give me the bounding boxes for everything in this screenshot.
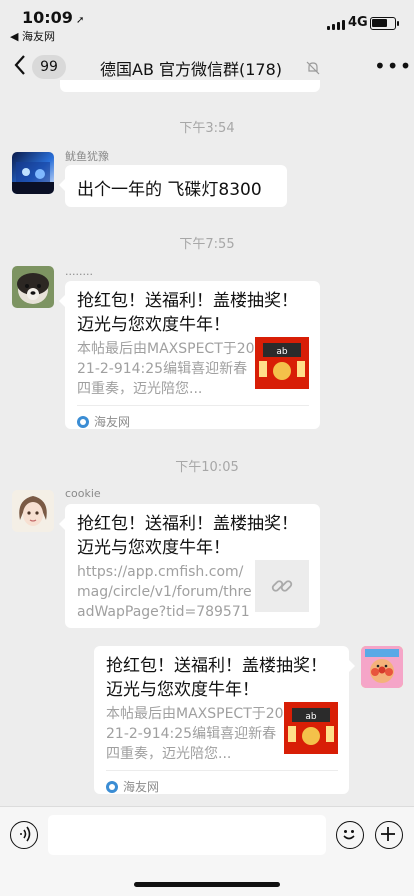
avatar[interactable] <box>12 266 54 308</box>
card-source-label: 海友网 <box>94 415 131 429</box>
chat-title: 德国AB 官方微信群(178) <box>100 60 283 79</box>
home-indicator <box>134 882 280 887</box>
text-message-bubble[interactable]: 出个一年的 飞碟灯8300 <box>59 165 287 207</box>
link-icon <box>255 560 309 612</box>
card-description: 本帖最后由MAXSPECT于2021-2-914:25编辑喜迎新春四重奏，迈光陪… <box>106 706 284 762</box>
haiyou-logo-icon <box>106 780 118 793</box>
back-to-app-link[interactable]: ◀ 海友网 <box>10 28 55 44</box>
my-link-card-bubble[interactable]: 抢红包！送福利！盖楼抽奖！迈光与您欢度牛年！ 本帖最后由MAXSPECT于202… <box>94 646 355 795</box>
message-input[interactable] <box>48 815 326 855</box>
card-thumbnail: ab <box>255 337 309 389</box>
status-time: 10:09 ➚ <box>22 8 85 27</box>
network-type: 4G <box>348 15 368 30</box>
card-title: 抢红包！送福利！盖楼抽奖！迈光与您欢度牛年！ <box>77 291 298 335</box>
timestamp: 下午3:54 <box>179 121 235 136</box>
card-source: 海友网 <box>106 770 338 795</box>
message-text: 出个一年的 飞碟灯8300 <box>77 180 262 200</box>
my-avatar[interactable] <box>361 646 403 688</box>
timestamp: 下午7:55 <box>179 237 235 252</box>
sender-name: ........ <box>65 265 93 278</box>
sender-name: 鱿鱼犹豫 <box>65 150 109 163</box>
status-bar: 10:09 ➚ ◀ 海友网 4G <box>0 0 414 44</box>
avatar[interactable] <box>12 152 54 194</box>
haiyou-logo-icon <box>77 415 89 428</box>
link-card-bubble[interactable]: 抢红包！送福利！盖楼抽奖！迈光与您欢度牛年！ https://app.cmfis… <box>59 504 320 628</box>
location-arrow-icon: ➚ <box>75 15 85 26</box>
sender-name: cookie <box>65 487 101 500</box>
previous-message-bubble <box>60 80 320 92</box>
svg-text:ab: ab <box>276 347 288 357</box>
link-card-bubble[interactable]: 抢红包！送福利！盖楼抽奖！迈光与您欢度牛年！ 本帖最后由MAXSPECT于202… <box>59 281 320 430</box>
battery-icon <box>370 17 399 30</box>
card-title: 抢红包！送福利！盖楼抽奖！迈光与您欢度牛年！ <box>106 656 327 700</box>
card-thumbnail: ab <box>284 702 338 754</box>
more-dots-icon[interactable]: ••• <box>374 54 412 78</box>
voice-icon[interactable] <box>10 821 38 849</box>
emoji-icon[interactable] <box>336 821 364 849</box>
timestamp: 下午10:05 <box>175 460 239 475</box>
back-chevron-icon[interactable] <box>14 54 26 82</box>
card-description: 本帖最后由MAXSPECT于2021-2-914:25编辑喜迎新春四重奏，迈光陪… <box>77 341 255 397</box>
unread-count-badge[interactable]: 99 <box>32 55 66 79</box>
svg-text:ab: ab <box>305 712 317 722</box>
plus-icon[interactable] <box>375 821 403 849</box>
avatar[interactable] <box>12 490 54 532</box>
card-description: https://app.cmfish.com/mag/circle/v1/for… <box>77 564 252 620</box>
card-source: 海友网 <box>77 405 309 430</box>
signal-icon <box>327 19 345 30</box>
card-title: 抢红包！送福利！盖楼抽奖！迈光与您欢度牛年！ <box>77 514 298 558</box>
card-source-label: 海友网 <box>123 780 160 794</box>
mute-bell-icon <box>306 60 320 75</box>
